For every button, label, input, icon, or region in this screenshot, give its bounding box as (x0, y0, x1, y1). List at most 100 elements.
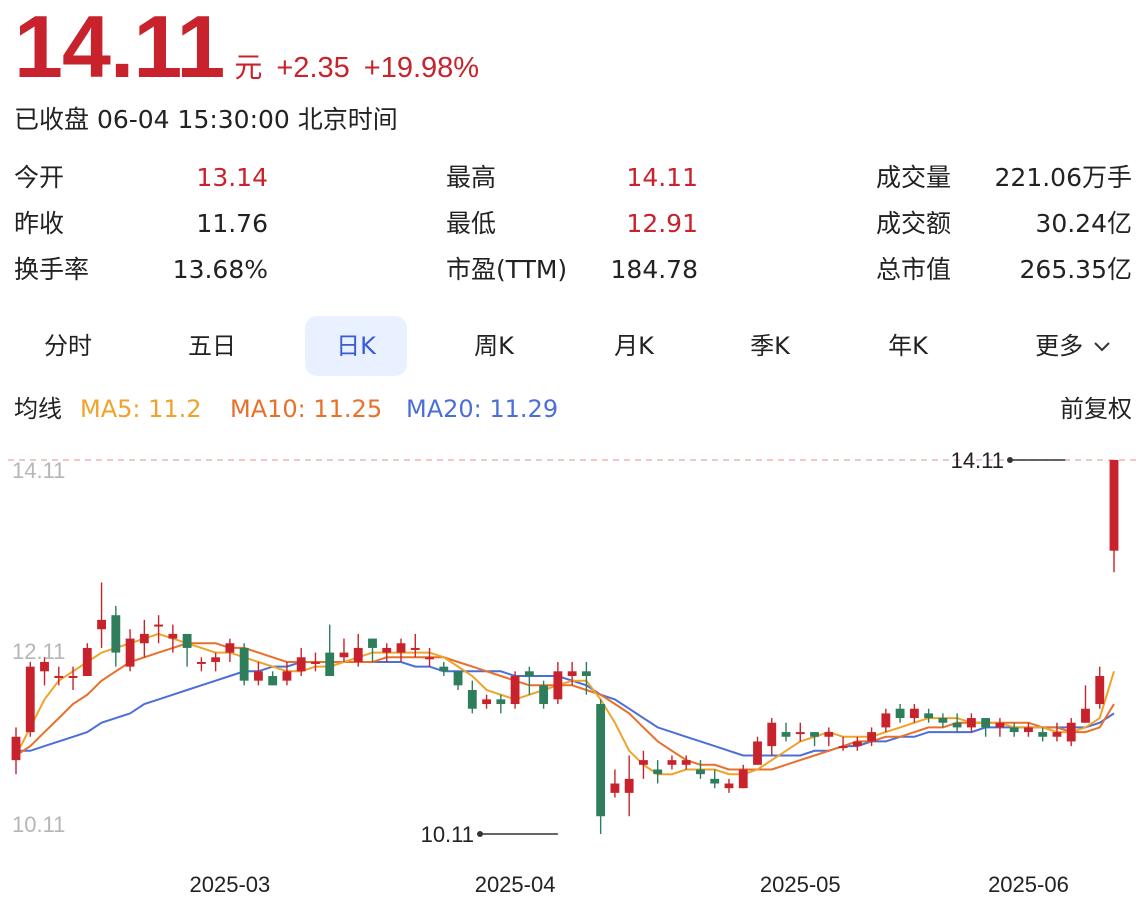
candle-body (696, 769, 705, 775)
price-change: +2.35 (276, 52, 350, 84)
ma20-line (16, 661, 1115, 757)
ma20-value: MA20: 11.29 (406, 395, 559, 423)
candle-body (425, 657, 434, 660)
stat-label: 换手率 (14, 255, 90, 284)
candle-body (610, 783, 620, 793)
stat-item: 总市值 265.35亿 (876, 247, 1132, 293)
candle-body (653, 769, 663, 775)
x-tick-label: 2025-03 (190, 872, 271, 897)
candle-body (1066, 722, 1076, 742)
max-marker-label: 14.11 (951, 448, 1004, 473)
adjust-mode-button[interactable]: 前复权 (1060, 392, 1132, 426)
candle-body (168, 633, 178, 639)
stats-grid: 今开 13.14 最高 14.11 成交量 221.06万手 昨收 11.76 … (0, 155, 1148, 305)
candle-body (795, 732, 805, 735)
period-tabs: 分时 五日 日K 周K 月K 季K 年K 更多 (0, 316, 1148, 376)
ma10-line (15, 642, 1115, 771)
candle-body (895, 708, 905, 719)
candle-body (196, 661, 206, 664)
candle-body (11, 736, 21, 761)
candle-body (439, 666, 449, 672)
ma5-value: MA5: 11.2 (80, 395, 202, 423)
tab-monthly-k[interactable]: 月K (584, 316, 684, 376)
candle-body (724, 783, 734, 789)
candle-body (1081, 708, 1090, 723)
stat-label: 最高 (446, 163, 497, 192)
candle-body (368, 638, 377, 648)
candle-body (139, 633, 149, 644)
candle-body (952, 722, 962, 728)
candle-body (624, 778, 634, 793)
candle-body (296, 657, 306, 672)
ma5-line (15, 632, 1115, 776)
stat-item: 最高 14.11 (446, 155, 698, 201)
stat-value: 265.35亿 (1019, 255, 1132, 284)
tab-intraday[interactable]: 分时 (18, 316, 118, 376)
candle-body (82, 647, 92, 676)
candle-body (111, 615, 121, 653)
tab-quarterly-k[interactable]: 季K (720, 316, 820, 376)
candle-body (524, 671, 534, 676)
candle-body (453, 671, 463, 686)
price-change-percent: +19.98% (363, 52, 480, 84)
tab-daily-k[interactable]: 日K (305, 316, 407, 376)
candle-body (1038, 732, 1048, 737)
stat-item: 市盈(TTM) 184.78 (446, 247, 698, 293)
tab-yearly-k[interactable]: 年K (858, 316, 958, 376)
candle-body (482, 699, 491, 705)
candle-body (981, 718, 991, 728)
candle-body (496, 699, 506, 705)
candle-body (909, 708, 919, 719)
stat-value: 11.76 (196, 209, 268, 238)
candle-body (966, 718, 976, 728)
candle-body (68, 675, 78, 678)
stat-value: 30.24亿 (1035, 209, 1132, 238)
candle-body (1095, 675, 1105, 705)
candle-body (838, 746, 848, 749)
candle-body (1109, 460, 1119, 551)
stat-label: 市盈(TTM) (446, 255, 568, 284)
candle-body (995, 722, 1005, 728)
min-marker-label: 10.11 (421, 822, 474, 847)
kline-chart[interactable]: 14.11 12.11 10.11 14.11 10.11 2025-03 2025-04 2… (0, 440, 1148, 922)
tab-more[interactable]: 更多 (1014, 316, 1132, 376)
candle-body (239, 647, 249, 681)
candle-body (97, 619, 106, 630)
candle-body (396, 643, 406, 653)
chevron-down-icon (1094, 342, 1110, 352)
stat-item: 昨收 11.76 (14, 201, 268, 247)
candle-body (567, 671, 577, 676)
candle-body (339, 652, 349, 658)
candle-body (211, 657, 221, 662)
tab-five-day[interactable]: 五日 (162, 316, 262, 376)
candle-body (154, 624, 164, 627)
candle-body (54, 675, 64, 678)
stat-value: 13.14 (196, 163, 268, 192)
x-tick-label: 2025-04 (475, 872, 556, 897)
x-tick-label: 2025-05 (760, 872, 841, 897)
y-tick-label: 10.11 (12, 812, 65, 837)
stat-label: 成交额 (876, 209, 952, 238)
candle-body (596, 704, 606, 817)
candle-body (25, 666, 35, 733)
stat-value: 13.68% (172, 255, 268, 284)
stat-label: 今开 (14, 163, 65, 192)
candle-body (639, 760, 648, 765)
candle-body (810, 732, 819, 737)
ma10-value: MA10: 11.25 (230, 395, 383, 423)
candle-body (410, 647, 420, 650)
candle-body (681, 760, 691, 765)
candle-body (767, 722, 777, 747)
candle-body (738, 769, 748, 789)
stat-item: 换手率 13.68% (14, 247, 268, 293)
candle-body (282, 671, 292, 681)
max-marker-dot (1007, 457, 1013, 463)
candle-body (924, 713, 934, 719)
ma-legend: 均线 MA5: 11.2 MA10: 11.25 MA20: 11.29 前复权 (0, 392, 1148, 426)
candle-body (539, 685, 549, 705)
tab-weekly-k[interactable]: 周K (444, 316, 544, 376)
stat-value: 12.91 (626, 209, 698, 238)
candle-body (510, 675, 520, 705)
stat-item: 成交量 221.06万手 (876, 155, 1132, 201)
candle-body (182, 633, 192, 648)
